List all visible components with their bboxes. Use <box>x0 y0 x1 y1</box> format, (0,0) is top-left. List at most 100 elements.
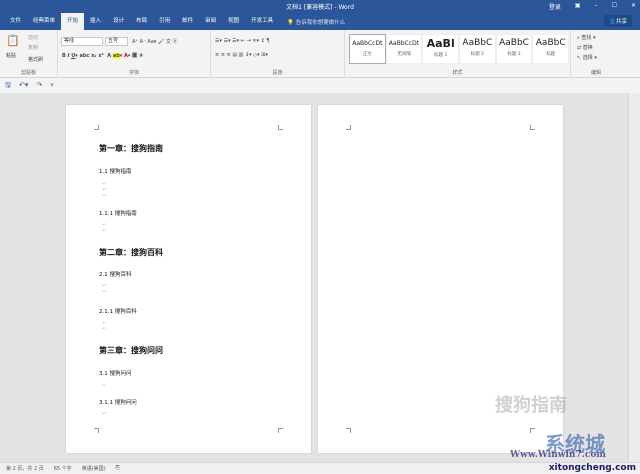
tab-mailings[interactable]: 邮件 <box>176 13 199 30</box>
share-label: 共享 <box>615 19 627 25</box>
window-title: 文档1 [兼容模式] - Word <box>286 4 354 11</box>
list-buttons[interactable]: ☰▾ ☰▾ ☰▾ ⇤ ⇥ ✕▾ ↕ ¶ <box>215 38 270 44</box>
person-icon: 👤 <box>609 19 616 25</box>
styles-label: 样式 <box>452 70 463 76</box>
language[interactable]: 英语(美国) <box>82 465 106 472</box>
margin-mark <box>530 428 535 433</box>
style-heading-2[interactable]: AaBbC 标题 2 <box>459 34 496 64</box>
cut-button[interactable]: 剪切 <box>28 34 38 41</box>
select-label: 选择 <box>582 55 593 61</box>
close-button[interactable]: ✕ <box>631 2 636 11</box>
paragraph-mark: ↵ <box>102 411 107 417</box>
style-name: 标题 1 <box>434 53 448 58</box>
paste-icon: 📋 <box>6 34 20 47</box>
ribbon: 📋 粘贴 剪切 复制 格式刷 剪贴板 等线 五号 A⁺ A⁻ Aa▾ 🖌 文 Ⓐ… <box>0 30 640 78</box>
tab-insert[interactable]: 插入 <box>84 13 107 30</box>
lightbulb-icon: 💡 <box>287 19 295 26</box>
maximize-button[interactable]: ☐ <box>612 2 617 11</box>
style-preview: AaBbCcDt <box>388 40 420 47</box>
heading-2[interactable]: 3.1 搜狗问问 <box>99 369 132 377</box>
tab-references[interactable]: 引用 <box>153 13 176 30</box>
font-size-select[interactable]: 五号 <box>105 37 128 46</box>
tab-home[interactable]: 开始 <box>61 13 85 30</box>
font-format-buttons[interactable]: B I U▾ abc x₂ x² A ab▾ A▾ 圖 ⑨ <box>62 52 143 59</box>
replace-label: 替换 <box>582 45 593 51</box>
format-painter-button[interactable]: 格式刷 <box>28 56 43 63</box>
page-1[interactable]: 第一章：搜狗指南 1.1 搜狗指南 ↵ ↵ ↵ 1.1.1 搜狗指南 ↵ ↵ 第二章：… <box>66 105 311 453</box>
style-normal[interactable]: AaBbCcDt 正文 <box>349 34 386 64</box>
tab-design[interactable]: 设计 <box>107 13 130 30</box>
heading-2[interactable]: 1.1 搜狗指南 <box>99 167 132 175</box>
heading-1[interactable]: 第三章：搜狗问问 <box>99 345 163 356</box>
margin-mark <box>346 125 351 130</box>
margin-mark <box>94 428 99 433</box>
style-name: 标题 3 <box>507 52 521 57</box>
heading-2[interactable]: 2.1 搜狗百科 <box>99 270 132 278</box>
paragraph-label: 段落 <box>272 70 283 76</box>
tab-file[interactable]: 文件 <box>4 13 27 30</box>
status-bar: 第 2 页，共 2 页 65 个字 英语(美国) ⎘ xitongcheng.c… <box>0 462 640 474</box>
tab-review[interactable]: 审阅 <box>199 13 222 30</box>
save-icon[interactable]: 🖫 <box>5 81 11 90</box>
site-watermark-url: Www.Winwin7.com <box>510 450 606 460</box>
margin-mark <box>278 125 283 130</box>
styles-gallery: AaBbCcDt 正文 AaBbCcDt 无间隔 AaBl 标题 1 AaBbC 标题 … <box>349 34 570 64</box>
vertical-scrollbar[interactable] <box>628 93 640 462</box>
copy-button[interactable]: 复制 <box>28 44 38 51</box>
share-button[interactable]: 👤共享 <box>604 15 632 27</box>
site-watermark-url2: xitongcheng.com <box>548 463 636 473</box>
page-count[interactable]: 第 2 页，共 2 页 <box>6 465 44 472</box>
find-button[interactable]: ⌕ 查找 ▾ <box>577 34 596 41</box>
tab-developer[interactable]: 开发工具 <box>245 13 279 30</box>
login-button[interactable]: 登录 <box>549 2 561 11</box>
tab-view[interactable]: 视图 <box>222 13 245 30</box>
heading-3[interactable]: 3.1.1 搜狗问问 <box>99 398 137 406</box>
heading-3[interactable]: 1.1.1 搜狗指南 <box>99 209 137 217</box>
replace-button[interactable]: ⇄ 替换 <box>577 44 593 51</box>
font-size-buttons[interactable]: A⁺ A⁻ Aa▾ 🖌 文 Ⓐ <box>132 38 177 45</box>
font-label: 字体 <box>128 70 139 76</box>
paragraph-mark: ↵ ↵ ↵ <box>102 181 107 199</box>
editing-group: ⌕ 查找 ▾ ⇄ 替换 ↖ 选择 ▾ 编辑 <box>571 30 621 78</box>
redo-icon[interactable]: ↷ <box>36 81 42 90</box>
style-no-spacing[interactable]: AaBbCcDt 无间隔 <box>385 34 423 64</box>
font-group: 等线 五号 A⁺ A⁻ Aa▾ 🖌 文 Ⓐ B I U▾ abc x₂ x² A… <box>58 30 211 78</box>
heading-1[interactable]: 第二章：搜狗百科 <box>99 247 163 258</box>
tab-layout[interactable]: 布局 <box>130 13 153 30</box>
style-heading-1[interactable]: AaBl 标题 1 <box>422 34 460 64</box>
paragraph-mark: ↵ <box>102 383 107 389</box>
heading-3[interactable]: 2.1.1 搜狗百科 <box>99 307 137 315</box>
paste-button[interactable]: 粘贴 <box>6 52 16 59</box>
style-preview: AaBl <box>426 37 455 50</box>
tell-me-input[interactable]: 💡 告诉我你想要做什么 <box>287 18 345 26</box>
select-button[interactable]: ↖ 选择 ▾ <box>577 54 597 61</box>
style-name: 无间隔 <box>397 52 411 57</box>
margin-mark <box>346 428 351 433</box>
clipboard-label: 剪贴板 <box>20 70 36 76</box>
document-area: 第一章：搜狗指南 1.1 搜狗指南 ↵ ↵ ↵ 1.1.1 搜狗指南 ↵ ↵ 第二章：… <box>0 93 628 462</box>
style-preview: AaBbC <box>535 38 566 48</box>
paragraph-mark: ↵ ↵ <box>102 283 107 295</box>
style-heading-3[interactable]: AaBbC 标题 3 <box>495 34 533 64</box>
style-title[interactable]: AaBbC 标题 <box>532 34 570 64</box>
ribbon-display-button[interactable]: ▣ <box>575 2 581 11</box>
margin-mark <box>530 125 535 130</box>
macro-icon[interactable]: ⎘ <box>116 465 120 472</box>
minimize-button[interactable]: – <box>595 2 598 11</box>
clipboard-group: 📋 粘贴 剪切 复制 格式刷 剪贴板 <box>0 30 58 78</box>
style-preview: AaBbC <box>462 38 493 48</box>
word-count[interactable]: 65 个字 <box>54 465 72 472</box>
ribbon-tabs: 文件 经典菜单 开始 插入 设计 布局 引用 邮件 审阅 视图 开发工具 💡 告… <box>0 13 640 30</box>
quick-access-toolbar: 🖫 ↶▾ ↷ ▾ <box>0 78 640 93</box>
font-name-select[interactable]: 等线 <box>61 37 103 46</box>
paragraph-mark: ↵ ↵ <box>102 222 107 234</box>
heading-1[interactable]: 第一章：搜狗指南 <box>99 143 163 154</box>
customize-icon[interactable]: ▾ <box>50 81 54 90</box>
undo-icon[interactable]: ↶▾ <box>19 81 28 90</box>
align-buttons[interactable]: ≡ ≡ ≡ ▤ ▥ ↕▾ ◇▾ ⊞▾ <box>215 52 268 58</box>
style-preview: AaBbCcDt <box>352 40 383 47</box>
editing-label: 编辑 <box>590 70 601 76</box>
style-preview: AaBbC <box>499 38 529 48</box>
paragraph-mark: ↵ ↵ <box>102 320 107 332</box>
tab-classic-menu[interactable]: 经典菜单 <box>27 13 61 30</box>
